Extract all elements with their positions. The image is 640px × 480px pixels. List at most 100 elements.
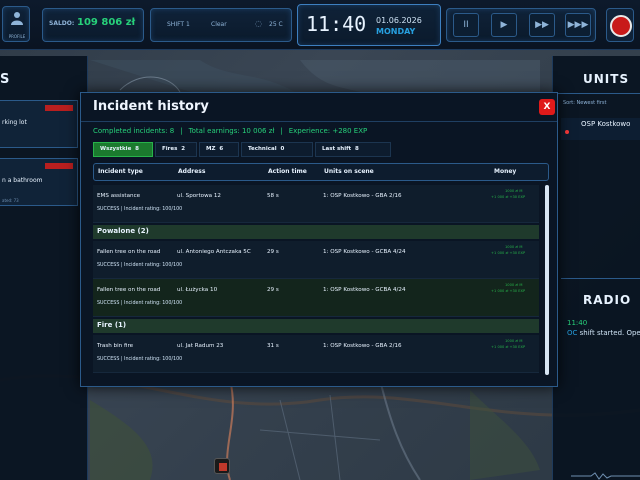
row-money-reward: 1000 zł M — [505, 245, 523, 249]
weather-label: Clear — [211, 21, 227, 28]
row-address: ul. Jat Radum 23 — [177, 343, 224, 349]
table-row[interactable]: Fallen tree on the road ul. Łużycka 10 2… — [93, 279, 539, 317]
table-row[interactable]: EMS assistance ul. Sportowa 12 58 s 1: O… — [93, 185, 539, 223]
fast-forward-button[interactable]: ▶▶ — [529, 13, 555, 37]
row-money-exp: +1 000 zł +30 EXP — [491, 251, 526, 255]
row-address: ul. Sportowa 12 — [177, 193, 221, 199]
user-icon — [11, 12, 23, 25]
radio-panel: RADIO 11:40 OC shift started. Ope — [561, 278, 640, 480]
map-marker-icon[interactable] — [214, 458, 230, 474]
column-units: Units on scene — [324, 168, 374, 175]
column-address: Address — [178, 168, 206, 175]
column-incident-type: Incident type — [98, 168, 143, 175]
shift-label: SHIFT 1 — [167, 21, 190, 28]
thermometer-icon: ◌ — [255, 19, 262, 28]
group-title: Fire (1) — [97, 321, 127, 329]
radio-message-text: shift started. Ope — [579, 329, 640, 337]
incident-card-title: n a bathroom — [2, 177, 43, 184]
history-stats: Completed incidents: 8 | Total earnings: 1… — [93, 127, 367, 135]
row-action-time: 29 s — [267, 249, 279, 255]
play-button[interactable]: ▶ — [491, 13, 517, 37]
table-row[interactable]: Fallen tree on the road ul. Antoniego An… — [93, 241, 539, 279]
modal-title: Incident history — [93, 99, 209, 114]
completed-count: Completed incidents: 8 — [93, 127, 175, 135]
row-result: SUCCESS | Incident rating: 100/100 — [97, 263, 183, 268]
fire-brigade-logo[interactable] — [606, 8, 634, 42]
scrollbar-thumb[interactable] — [545, 185, 549, 375]
clock-date: 01.06.2026 — [376, 16, 422, 25]
radio-title: RADIO — [583, 293, 632, 307]
unit-list-item[interactable]: OSP Kostkowo — [561, 118, 640, 140]
pause-button[interactable]: II — [453, 13, 479, 37]
row-units: 1: OSP Kostkowo - GCBA 4/24 — [323, 287, 406, 293]
incident-card[interactable]: rking lot — [0, 100, 78, 148]
row-result: SUCCESS | Incident rating: 100/100 — [97, 301, 183, 306]
incident-card[interactable]: n a bathroom ated: 73 — [0, 158, 78, 206]
unit-status-icon — [565, 130, 569, 134]
column-action-time: Action time — [268, 168, 307, 175]
incident-list[interactable]: EMS assistance ul. Sportowa 12 58 s 1: O… — [93, 185, 545, 373]
sort-label: Sort: — [563, 100, 575, 106]
row-incident-type: Trash bin fire — [97, 343, 134, 349]
sort-value: Newest first — [576, 100, 607, 106]
row-action-time: 29 s — [267, 287, 279, 293]
row-address: ul. Antoniego Antczaka 5C — [177, 249, 251, 255]
row-money-exp: +1 000 zł +30 EXP — [491, 195, 526, 199]
profile-label: PROFILE — [8, 34, 26, 39]
logo-emblem-icon — [610, 15, 632, 37]
clock-time: 11:40 — [306, 12, 367, 36]
clock-weekday: MONDAY — [376, 27, 416, 36]
row-money-reward: 1000 zł M — [505, 283, 523, 287]
shift-info: SHIFT 1 Clear ◌ 25 C — [150, 8, 292, 42]
incident-history-modal: Incident history X Completed incidents: … — [80, 92, 558, 387]
column-money: Money — [494, 168, 517, 175]
table-row[interactable]: Trash bin fire ul. Jat Radum 23 31 s 1: … — [93, 335, 539, 373]
row-units: 1: OSP Kostkowo - GBA 2/16 — [323, 343, 402, 349]
incident-card-subtitle: ated: 73 — [2, 198, 19, 203]
row-incident-type: Fallen tree on the road — [97, 287, 161, 293]
row-action-time: 31 s — [267, 343, 279, 349]
tab-all[interactable]: Wszystkie 8 — [93, 142, 153, 157]
radio-message-time: 11:40 — [567, 319, 588, 327]
stats-separator: | — [180, 127, 183, 135]
stats-separator: | — [280, 127, 283, 135]
row-units: 1: OSP Kostkowo - GBA 2/16 — [323, 193, 402, 199]
row-units: 1: OSP Kostkowo - GCBA 4/24 — [323, 249, 406, 255]
incident-status-badge — [45, 163, 73, 169]
experience-gained: Experience: +280 EXP — [288, 127, 368, 135]
radio-sender: OC — [567, 329, 578, 337]
fastest-forward-button[interactable]: ▶▶▶ — [565, 13, 591, 37]
incident-status-badge — [45, 105, 73, 111]
tab-mz[interactable]: MZ 6 — [199, 142, 239, 157]
tab-last-shift[interactable]: Last shift 8 — [315, 142, 391, 157]
group-header: Fire (1) — [93, 319, 539, 333]
row-result: SUCCESS | Incident rating: 100/100 — [97, 357, 183, 362]
unit-name: OSP Kostkowo — [581, 120, 631, 128]
total-earnings: Total earnings: 10 006 zł — [188, 127, 275, 135]
group-title: Powalone (2) — [97, 227, 149, 235]
incidents-panel-title: S — [0, 72, 10, 87]
row-money-reward: 1000 zł M — [505, 339, 523, 343]
radio-message: OC shift started. Ope — [567, 329, 640, 337]
units-header: UNITS — [553, 64, 640, 94]
close-button[interactable]: X — [539, 99, 555, 115]
temperature-label: 25 C — [269, 21, 283, 28]
row-money-exp: +1 000 zł +30 EXP — [491, 289, 526, 293]
tab-technical[interactable]: Technical 0 — [241, 142, 313, 157]
scrollbar[interactable] — [545, 185, 549, 375]
row-result: SUCCESS | Incident rating: 100/100 — [97, 207, 183, 212]
title-divider — [81, 121, 557, 122]
game-clock: 11:40 01.06.2026 MONDAY — [297, 4, 441, 46]
row-money-exp: +1 000 zł +30 EXP — [491, 345, 526, 349]
sort-dropdown[interactable]: Sort: Newest first — [563, 100, 606, 106]
row-action-time: 58 s — [267, 193, 279, 199]
row-money-reward: 1000 zł M — [505, 189, 523, 193]
balance-value: 109 806 zł — [77, 17, 136, 28]
row-incident-type: Fallen tree on the road — [97, 249, 161, 255]
tab-fires[interactable]: Fires 2 — [155, 142, 197, 157]
profile-button[interactable]: PROFILE — [2, 6, 30, 42]
table-header: Incident type Address Action time Units … — [93, 163, 549, 181]
row-incident-type: EMS assistance — [97, 193, 141, 199]
units-panel: UNITS Sort: Newest first OSP Kostkowo RA… — [552, 56, 640, 480]
incident-card-title: rking lot — [2, 119, 27, 126]
